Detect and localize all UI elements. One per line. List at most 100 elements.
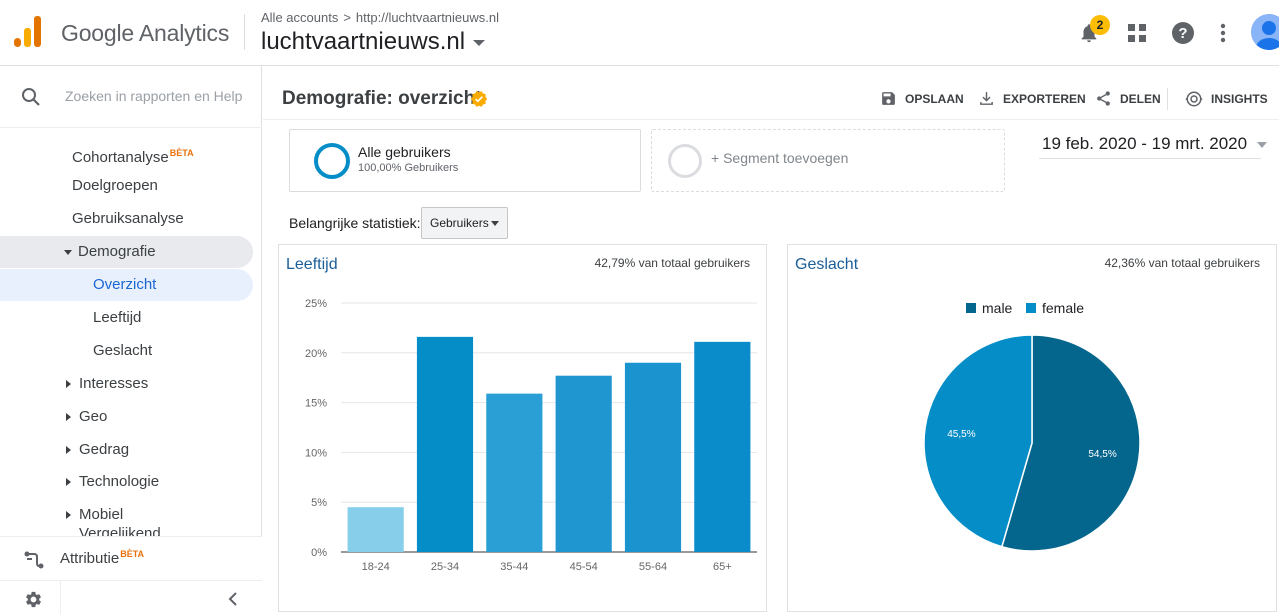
attribution-label: Attributie	[60, 550, 120, 567]
main-content: Demografie: overzicht OPSLAAN EXPORTEREN…	[263, 66, 1279, 614]
svg-text:?: ?	[1178, 25, 1187, 42]
sidebar-item-interesses[interactable]: Interesses	[66, 368, 148, 400]
x-tick-label: 45-54	[570, 561, 598, 573]
date-range-picker[interactable]: 19 feb. 2020 - 19 mrt. 2020	[1042, 134, 1268, 154]
sidebar-item-leeftijd[interactable]: Leeftijd	[93, 302, 141, 334]
export-button[interactable]: EXPORTEREN	[978, 90, 1086, 107]
sidebar-item-label: Cohortanalyse	[72, 149, 169, 166]
sidebar-item-label: Geo	[79, 408, 108, 425]
x-tick-label: 55-64	[639, 561, 667, 573]
sidebar-item-attributie[interactable]: AttributieBÈTA	[0, 536, 262, 582]
bar-45-54[interactable]	[555, 375, 612, 552]
notification-badge: 2	[1090, 15, 1110, 35]
x-tick-label: 65+	[713, 561, 732, 573]
sidebar-item-gebruiksanalyse[interactable]: Gebruiksanalyse	[72, 203, 184, 235]
apps-grid-icon[interactable]	[1124, 20, 1150, 46]
y-tick-label: 10%	[305, 447, 327, 459]
bar-18-24[interactable]	[347, 507, 404, 552]
sidebar-item-label: Demografie	[78, 243, 156, 260]
segment-name: Alle gebruikers	[358, 144, 451, 160]
bar-65+[interactable]	[694, 341, 751, 552]
add-segment-button[interactable]: + Segment toevoegen	[651, 129, 1005, 192]
sidebar-item-label: Leeftijd	[93, 309, 142, 326]
sidebar-footer	[0, 580, 262, 614]
metric-dropdown[interactable]: Gebruikers	[421, 207, 508, 239]
breadcrumb[interactable]: Alle accounts > http://luchtvaartnieuws.nl	[261, 10, 499, 25]
pie-label-female: 45,5%	[947, 429, 975, 440]
gender-pie-chart: 54,5% 45,5%	[923, 334, 1141, 552]
sidebar-item-technologie[interactable]: Technologie	[66, 466, 159, 498]
sidebar-item-label: Vergelijkend	[79, 525, 161, 536]
caret-down-icon	[64, 249, 72, 255]
sidebar-item-label: Gebruiksanalyse	[72, 210, 184, 227]
bar-55-64[interactable]	[624, 362, 682, 552]
attribution-icon	[24, 551, 44, 569]
collapse-sidebar-icon[interactable]	[228, 592, 238, 606]
breadcrumb-property[interactable]: http://luchtvaartnieuws.nl	[356, 10, 499, 25]
sidebar-item-doelgroepen[interactable]: Doelgroepen	[72, 170, 158, 202]
segment-ring-icon	[314, 143, 350, 179]
caret-right-icon	[66, 446, 71, 455]
save-icon	[882, 92, 895, 105]
search-input[interactable]: Zoeken in rapporten en Help	[65, 88, 242, 104]
footer-divider	[60, 581, 61, 614]
sidebar-item-label: Overzicht	[93, 276, 157, 293]
y-tick-label: 15%	[305, 398, 327, 410]
share-button[interactable]: DELEN	[1095, 90, 1161, 107]
analytics-logo-icon[interactable]	[14, 16, 42, 48]
chevron-down-icon	[491, 221, 499, 226]
age-bar-chart: 0% 5% 10% 15% 20% 25% 18-24 25-34 35-44 45-54 55-6…	[305, 298, 757, 573]
date-range-text: 19 feb. 2020 - 19 mrt. 2020	[1042, 134, 1248, 153]
search-bar[interactable]: Zoeken in rapporten en Help	[0, 66, 262, 128]
y-tick-label: 25%	[305, 298, 327, 310]
bar-35-44[interactable]	[486, 393, 543, 552]
sidebar: Zoeken in rapporten en Help Cohortanalys…	[0, 66, 262, 614]
sidebar-item-geslacht[interactable]: Geslacht	[93, 335, 152, 367]
x-tick-label: 18-24	[362, 561, 390, 573]
share-label: DELEN	[1120, 91, 1161, 106]
property-selector[interactable]: luchtvaartnieuws.nl	[261, 28, 486, 56]
gear-icon[interactable]	[24, 590, 43, 609]
top-header: Google Analytics Alle accounts > http://lu…	[0, 0, 1279, 66]
chevron-down-icon[interactable]	[473, 39, 486, 46]
report-titlebar: Demografie: overzicht OPSLAAN EXPORTEREN…	[263, 66, 1279, 120]
segment-all-users[interactable]: Alle gebruikers 100,00% Gebruikers	[289, 129, 641, 192]
breadcrumb-account[interactable]: Alle accounts	[261, 10, 338, 25]
y-tick-label: 20%	[305, 348, 327, 360]
beta-badge: BÈTA	[120, 549, 145, 559]
insights-label: INSIGHTS	[1211, 92, 1268, 106]
date-underline	[1039, 158, 1261, 159]
bar-25-34[interactable]	[416, 336, 474, 552]
sidebar-item-cohortanalyse[interactable]: CohortanalyseBÈTA	[72, 137, 194, 169]
x-tick-label: 25-34	[431, 561, 459, 573]
sidebar-item-label: Gedrag	[79, 441, 130, 458]
export-label: EXPORTEREN	[1003, 91, 1086, 106]
gender-card: Geslacht 42,36% van totaal gebruikers ma…	[787, 244, 1277, 612]
chevron-down-icon	[1257, 141, 1268, 148]
share-icon	[1097, 91, 1110, 106]
caret-right-icon	[66, 511, 71, 520]
caret-right-icon	[66, 380, 71, 389]
sidebar-item-geo[interactable]: Geo	[66, 401, 107, 433]
sidebar-item-overzicht[interactable]: Overzicht	[0, 269, 253, 301]
report-content: Alle gebruikers 100,00% Gebruikers + Seg…	[263, 120, 1279, 614]
help-icon[interactable]: ?	[1170, 20, 1196, 46]
property-name[interactable]: luchtvaartnieuws.nl	[261, 28, 465, 55]
sidebar-item-demografie[interactable]: Demografie	[0, 236, 253, 268]
pie-label-male: 54,5%	[1088, 449, 1116, 460]
header-divider	[244, 14, 245, 50]
insights-button[interactable]: INSIGHTS	[1185, 90, 1268, 108]
beta-badge: BÈTA	[169, 148, 194, 158]
sidebar-item-label: Mobiel	[79, 506, 124, 523]
more-vert-icon[interactable]	[1210, 20, 1236, 46]
sidebar-item-vergelijkend[interactable]: Vergelijkend	[79, 524, 161, 536]
metric-value: Gebruikers	[430, 216, 489, 230]
sidebar-item-label: Doelgroepen	[72, 177, 158, 194]
metric-label: Belangrijke statistiek:	[289, 215, 421, 231]
sidebar-item-gedrag[interactable]: Gedrag	[66, 434, 129, 466]
avatar[interactable]	[1251, 14, 1279, 50]
search-icon[interactable]	[21, 87, 41, 107]
save-button[interactable]: OPSLAAN	[880, 90, 964, 107]
verified-badge-icon	[470, 91, 488, 107]
sidebar-item-label: Technologie	[79, 473, 160, 490]
